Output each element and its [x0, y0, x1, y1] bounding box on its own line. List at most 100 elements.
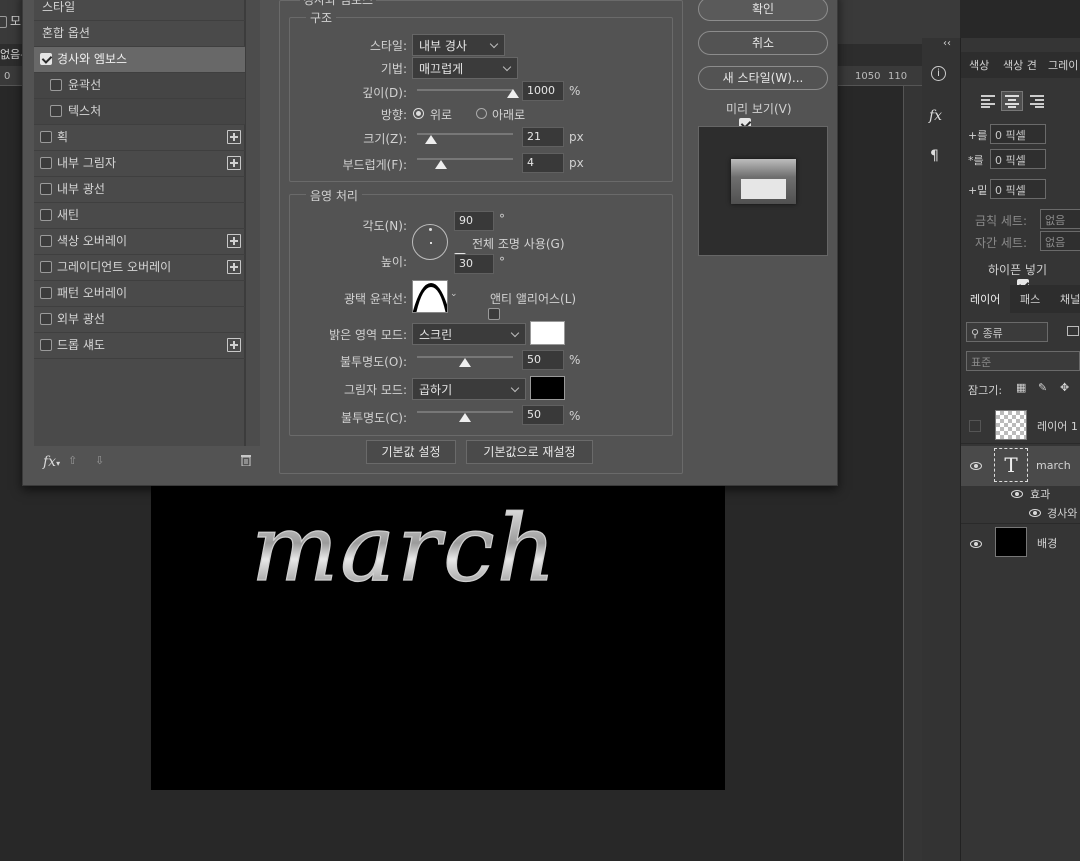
add-effect-plus-icon[interactable] [227, 130, 241, 144]
altitude-input[interactable]: 30 [454, 254, 494, 274]
style-list-item[interactable]: 외부 광선 [34, 307, 245, 333]
trash-icon[interactable] [240, 454, 251, 467]
indent-left-input[interactable]: 0 픽셀 [990, 124, 1046, 144]
tab-layers[interactable]: 레이어 [970, 291, 1000, 307]
direction-down-radio[interactable] [476, 108, 487, 119]
options-checkbox[interactable] [0, 15, 7, 28]
gloss-contour-swatch[interactable] [412, 280, 448, 313]
new-style-button[interactable]: 새 스타일(W)... [698, 66, 828, 90]
style-list-item[interactable]: 드롭 섀도 [34, 333, 245, 359]
gloss-contour-dropdown-icon[interactable]: ⌄ [450, 289, 458, 299]
shadow-color-swatch[interactable] [530, 376, 565, 400]
paragraph-icon[interactable]: ¶ [930, 148, 939, 164]
style-list-scrollbar[interactable] [245, 0, 260, 446]
eye-icon[interactable] [1029, 509, 1041, 517]
tab-channels[interactable]: 채널 [1060, 291, 1080, 307]
style-list-item[interactable]: 그레이디언트 오버레이 [34, 255, 245, 281]
eye-icon[interactable] [970, 540, 982, 548]
tab-color[interactable]: 색상 [969, 57, 989, 73]
document-tab[interactable]: 없음- [0, 46, 24, 62]
highlight-opacity-input[interactable]: 50 [522, 350, 564, 370]
soften-input[interactable]: 4 [522, 153, 564, 173]
style-list-item[interactable]: 색상 오버레이 [34, 229, 245, 255]
style-checkbox[interactable] [40, 183, 52, 195]
align-right-icon[interactable] [1029, 94, 1045, 108]
style-list-item[interactable]: 스타일 [34, 0, 245, 21]
highlight-color-swatch[interactable] [530, 321, 565, 345]
style-checkbox[interactable] [40, 157, 52, 169]
collapse-panel-button[interactable]: ‹‹ [943, 38, 951, 49]
blend-mode-select[interactable]: 표준 [966, 351, 1080, 371]
style-checkbox[interactable] [40, 261, 52, 273]
move-up-icon[interactable]: ⇧ [68, 454, 77, 467]
style-list-item[interactable]: 새틴 [34, 203, 245, 229]
depth-slider-thumb[interactable] [507, 89, 519, 98]
layer-name[interactable]: 배경 [1037, 535, 1057, 551]
move-down-icon[interactable]: ⇩ [95, 454, 104, 467]
align-center-icon[interactable] [1001, 91, 1023, 111]
style-checkbox[interactable] [40, 313, 52, 325]
size-slider-thumb[interactable] [425, 135, 437, 144]
technique-select[interactable]: 매끄럽게 [412, 57, 518, 79]
soften-slider-thumb[interactable] [435, 160, 447, 169]
style-checkbox[interactable] [40, 235, 52, 247]
style-list-item[interactable]: 획 [34, 125, 245, 151]
layer-name[interactable]: 레이어 1 [1037, 418, 1078, 434]
cancel-button[interactable]: 취소 [698, 31, 828, 55]
layer-visibility-off[interactable] [969, 420, 981, 432]
tab-gradient[interactable]: 그레이 [1048, 57, 1078, 73]
kinsoku-select[interactable]: 없음 [1040, 209, 1080, 229]
style-checkbox[interactable] [40, 131, 52, 143]
style-checkbox[interactable] [50, 79, 62, 91]
add-effect-plus-icon[interactable] [227, 260, 241, 274]
direction-up-radio[interactable] [413, 108, 424, 119]
add-effect-plus-icon[interactable] [227, 338, 241, 352]
style-checkbox[interactable] [40, 287, 52, 299]
tab-swatches[interactable]: 색상 견 [1003, 57, 1037, 73]
style-checkbox[interactable] [40, 339, 52, 351]
tab-paths[interactable]: 패스 [1020, 291, 1040, 307]
angle-input[interactable]: 90 [454, 211, 494, 231]
lock-transparent-icon[interactable]: ▦ [1016, 381, 1026, 394]
bevel-style-select[interactable]: 내부 경사 [412, 34, 505, 56]
layer-kind-filter[interactable]: ⚲ 종류 [966, 322, 1048, 342]
ok-button[interactable]: 확인 [698, 0, 828, 21]
layer-name[interactable]: march [1036, 459, 1071, 472]
info-icon[interactable]: i [931, 66, 946, 81]
depth-input[interactable]: 1000 [522, 81, 564, 101]
indent-first-input[interactable]: 0 픽셀 [990, 149, 1046, 169]
space-after-input[interactable]: 0 픽셀 [990, 179, 1046, 199]
add-effect-plus-icon[interactable] [227, 234, 241, 248]
style-checkbox[interactable] [40, 53, 52, 65]
size-input[interactable]: 21 [522, 127, 564, 147]
reset-default-button[interactable]: 기본값으로 재설정 [466, 440, 593, 464]
image-filter-icon[interactable] [1067, 326, 1079, 336]
fx-menu-button[interactable]: fx▾ [43, 454, 60, 470]
style-list-item[interactable]: 혼합 옵션 [34, 21, 245, 47]
lock-paint-icon[interactable]: ✎ [1038, 381, 1047, 394]
angle-dial[interactable] [412, 224, 448, 260]
antialias-checkbox[interactable] [487, 307, 500, 320]
highlight-opacity-thumb[interactable] [459, 358, 471, 367]
style-list-item[interactable]: 윤곽선 [34, 73, 245, 99]
eye-icon[interactable] [970, 462, 982, 470]
add-effect-plus-icon[interactable] [227, 156, 241, 170]
style-list-item[interactable]: 내부 그림자 [34, 151, 245, 177]
style-list-item[interactable]: 패턴 오버레이 [34, 281, 245, 307]
soften-slider-track[interactable] [417, 158, 513, 160]
style-list-item[interactable]: 텍스처 [34, 99, 245, 125]
eye-icon[interactable] [1011, 490, 1023, 498]
shadow-mode-select[interactable]: 곱하기 [412, 378, 526, 400]
style-checkbox[interactable] [40, 209, 52, 221]
highlight-mode-select[interactable]: 스크린 [412, 323, 526, 345]
shadow-opacity-thumb[interactable] [459, 413, 471, 422]
style-list-item[interactable]: 경사와 엠보스 [34, 47, 245, 73]
depth-slider-track[interactable] [417, 89, 513, 91]
lock-move-icon[interactable]: ✥ [1060, 381, 1069, 394]
shadow-opacity-input[interactable]: 50 [522, 405, 564, 425]
mojikumi-select[interactable]: 없음 [1040, 231, 1080, 251]
style-checkbox[interactable] [50, 105, 62, 117]
align-left-icon[interactable] [980, 94, 996, 108]
style-list-item[interactable]: 내부 광선 [34, 177, 245, 203]
make-default-button[interactable]: 기본값 설정 [366, 440, 456, 464]
